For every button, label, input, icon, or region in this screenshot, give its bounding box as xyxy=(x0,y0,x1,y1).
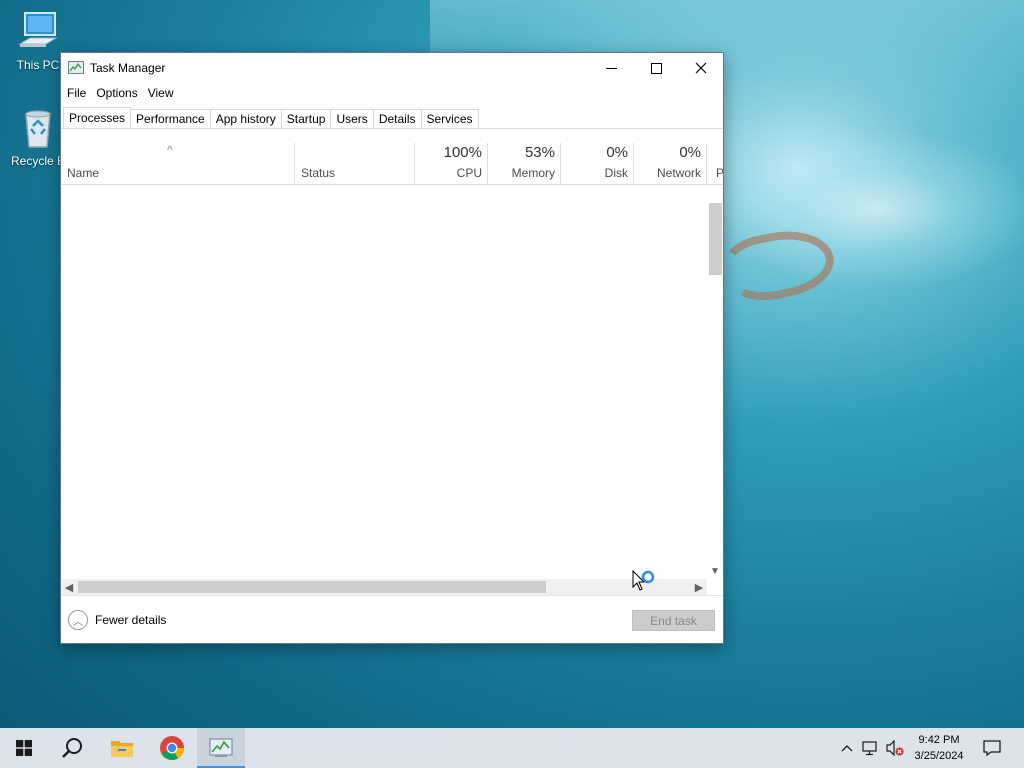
process-list[interactable] xyxy=(61,185,723,581)
network-usage-value: 0% xyxy=(679,144,701,161)
window-title: Task Manager xyxy=(90,61,166,75)
column-label: Memory xyxy=(511,166,555,180)
minimize-button[interactable] xyxy=(588,53,634,83)
fewer-details-button[interactable]: ︿ Fewer details xyxy=(68,610,166,630)
minimize-icon xyxy=(605,67,617,69)
action-center-button[interactable] xyxy=(978,728,1006,768)
menu-view[interactable]: View xyxy=(143,86,179,100)
tab-divider xyxy=(61,128,723,129)
disk-usage-value: 0% xyxy=(606,144,628,161)
menu-file[interactable]: File xyxy=(62,86,91,100)
chevron-up-icon xyxy=(841,745,853,752)
task-manager-icon xyxy=(209,738,233,757)
taskbar-task-manager[interactable] xyxy=(197,728,245,768)
sort-ascending-icon: ^ xyxy=(167,143,173,157)
start-button[interactable] xyxy=(0,728,48,768)
fewer-details-label: Fewer details xyxy=(95,613,167,627)
tab-services[interactable]: Services xyxy=(420,109,479,129)
computer-icon xyxy=(18,12,58,47)
search-icon xyxy=(62,738,82,758)
busy-cursor-icon xyxy=(632,570,655,591)
close-button[interactable] xyxy=(678,53,724,83)
title-bar[interactable]: Task Manager xyxy=(61,53,723,83)
horizontal-scrollbar[interactable]: ◀ ▶ xyxy=(61,579,707,595)
tab-details[interactable]: Details xyxy=(372,109,422,129)
tab-strip: Processes Performance App history Startu… xyxy=(61,107,479,129)
chevron-up-circle-icon: ︿ xyxy=(68,610,88,630)
search-button[interactable] xyxy=(48,728,96,768)
column-header-name[interactable]: ^ Name xyxy=(61,143,295,184)
start-icon xyxy=(16,740,32,756)
desktop-icon-label: This PC xyxy=(16,58,60,72)
taskbar: 9:42 PM 3/25/2024 xyxy=(0,728,1024,768)
maximize-button[interactable] xyxy=(633,53,679,83)
clock[interactable]: 9:42 PM 3/25/2024 xyxy=(905,732,973,764)
column-label: Name xyxy=(67,166,100,180)
file-explorer-icon xyxy=(111,741,133,757)
column-label: Disk xyxy=(604,166,628,180)
show-hidden-icons-button[interactable] xyxy=(838,728,856,768)
tab-startup[interactable]: Startup xyxy=(280,109,332,129)
scroll-left-icon[interactable]: ◀ xyxy=(61,579,77,595)
end-task-button[interactable]: End task xyxy=(632,610,715,631)
volume-muted-icon xyxy=(886,740,904,756)
scroll-right-icon[interactable]: ▶ xyxy=(691,579,707,595)
network-icon xyxy=(862,741,877,756)
column-header-power[interactable]: P xyxy=(707,143,723,184)
column-label: Status xyxy=(301,166,336,180)
desktop-icon-label: Recycle B xyxy=(10,154,66,168)
column-label: Network xyxy=(656,166,701,180)
tab-performance[interactable]: Performance xyxy=(130,109,211,129)
chrome-icon xyxy=(160,736,184,761)
wallpaper-kelp xyxy=(718,221,840,309)
menu-options[interactable]: Options xyxy=(91,86,142,100)
clock-time: 9:42 PM xyxy=(918,734,960,746)
task-manager-icon xyxy=(68,61,84,74)
tab-users[interactable]: Users xyxy=(330,109,374,129)
horizontal-scroll-thumb[interactable] xyxy=(78,581,546,593)
window-footer: ︿ Fewer details End task xyxy=(61,595,723,643)
process-table-header: ^ Name Status 100% CPU 53% Memory 0% Dis… xyxy=(61,143,723,185)
column-label: P xyxy=(716,166,723,180)
network-status-button[interactable] xyxy=(860,728,882,768)
cpu-usage-value: 100% xyxy=(443,144,482,161)
tab-processes[interactable]: Processes xyxy=(63,107,132,129)
notification-icon xyxy=(983,740,1001,756)
column-label: CPU xyxy=(456,166,482,180)
menu-bar: File Options View xyxy=(61,83,723,103)
vertical-scroll-thumb[interactable] xyxy=(709,203,722,275)
column-header-memory[interactable]: 53% Memory xyxy=(488,143,561,184)
clock-date: 3/25/2024 xyxy=(914,750,964,762)
column-header-disk[interactable]: 0% Disk xyxy=(561,143,634,184)
task-manager-window: Task Manager File Options View Processes… xyxy=(60,52,724,644)
volume-button[interactable] xyxy=(884,728,906,768)
scroll-down-icon[interactable]: ▼ xyxy=(707,563,723,579)
recycle-bin-icon xyxy=(25,110,51,148)
maximize-icon xyxy=(650,62,662,74)
column-header-network[interactable]: 0% Network xyxy=(634,143,707,184)
vertical-scrollbar[interactable]: ▼ xyxy=(707,185,723,579)
close-icon xyxy=(695,62,707,74)
tab-app-history[interactable]: App history xyxy=(209,109,282,129)
memory-usage-value: 53% xyxy=(524,144,555,161)
taskbar-file-explorer[interactable] xyxy=(98,728,146,768)
column-header-cpu[interactable]: 100% CPU xyxy=(415,143,488,184)
taskbar-chrome[interactable] xyxy=(148,728,196,768)
column-header-status[interactable]: Status xyxy=(295,143,415,184)
